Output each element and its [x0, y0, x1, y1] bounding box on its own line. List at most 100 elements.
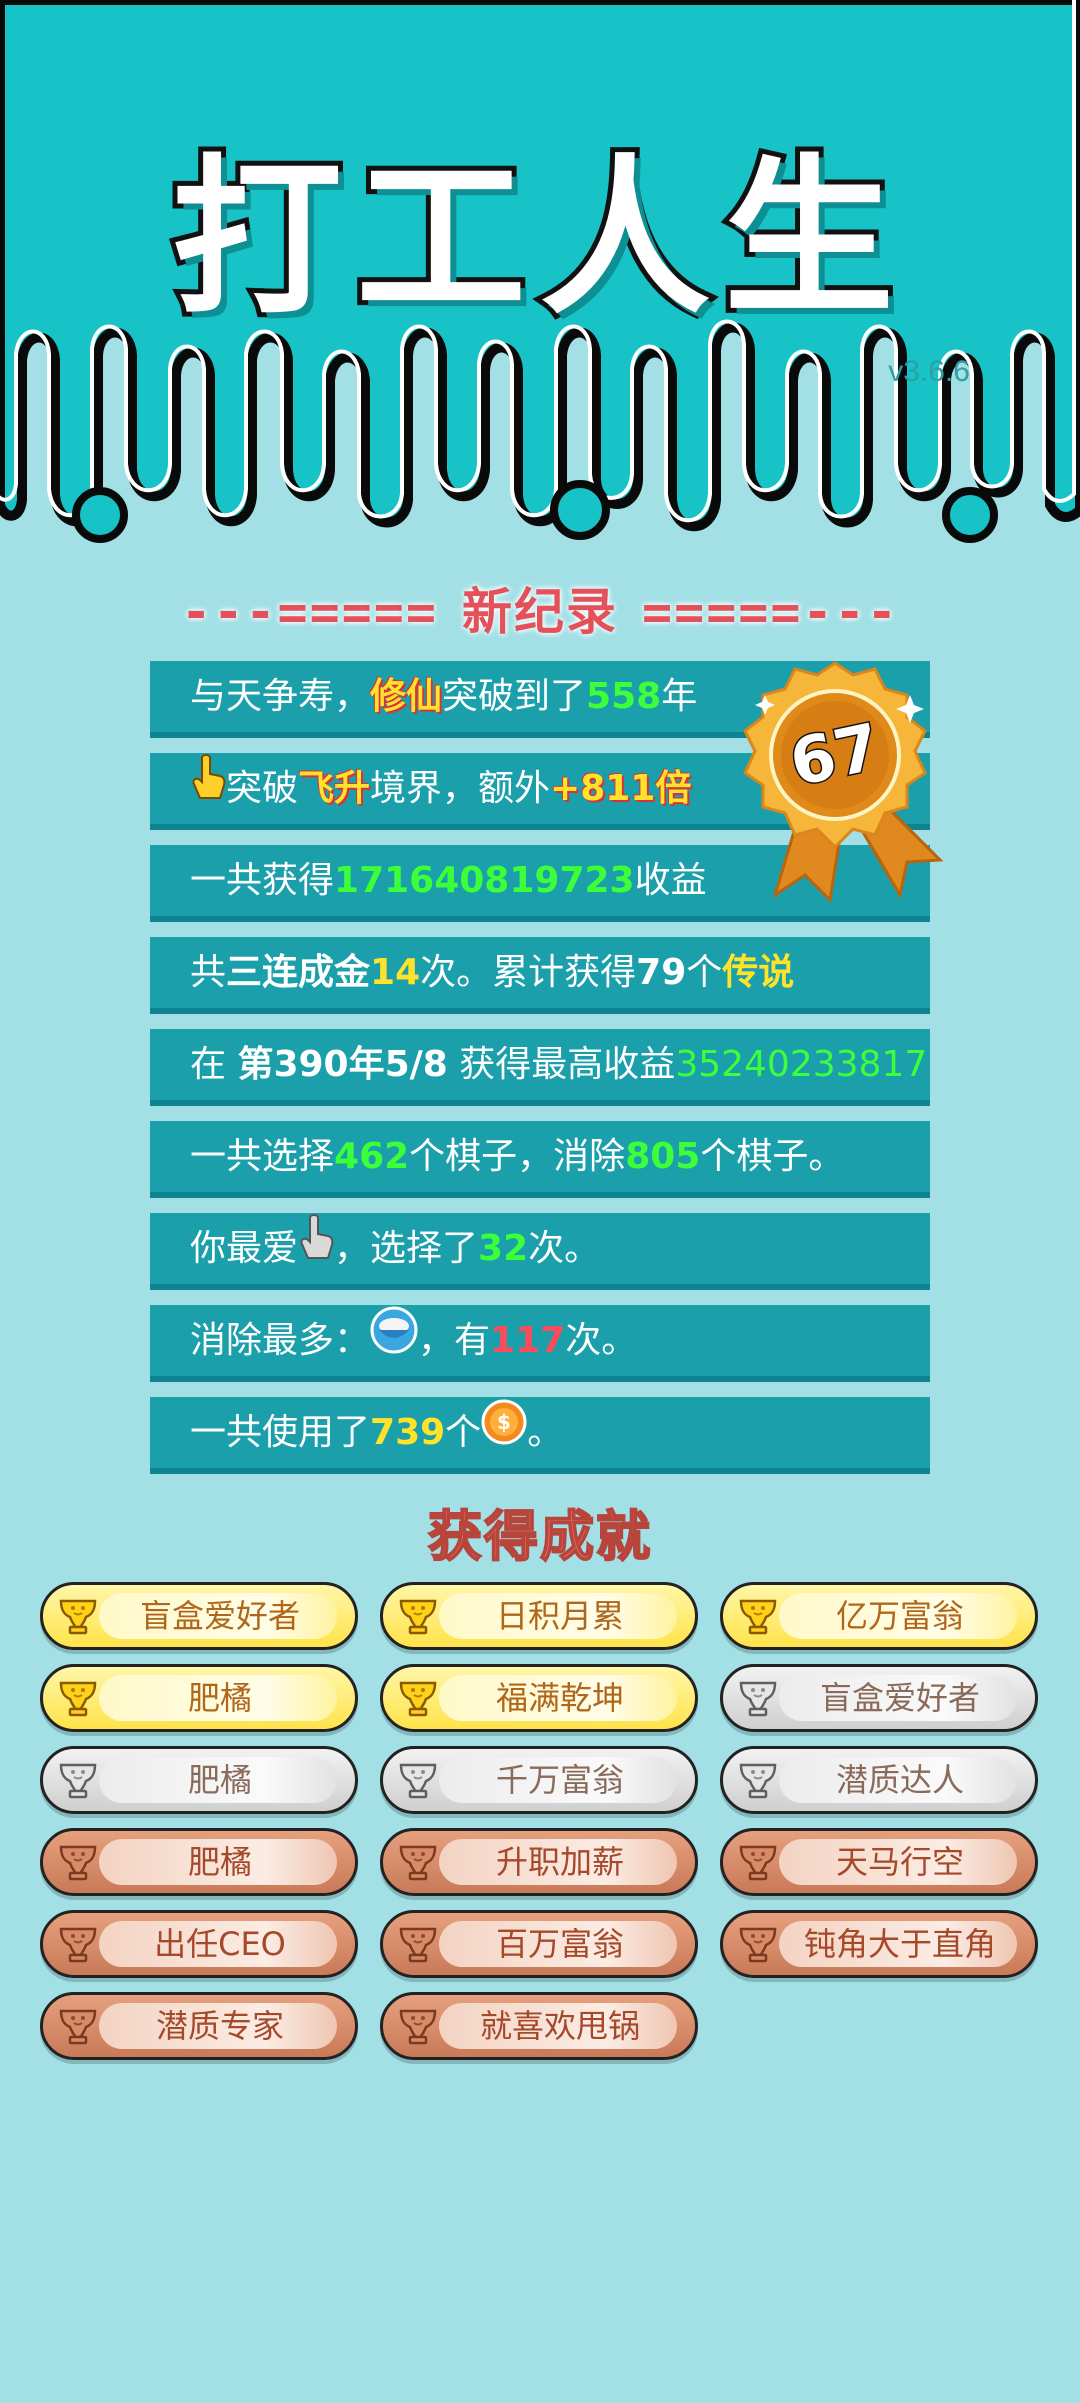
- trophy-icon: [55, 2003, 101, 2049]
- banner-label: 新纪录: [462, 583, 618, 641]
- stat-text: ，选择了: [334, 1228, 479, 1269]
- achievement-badge[interactable]: 盲盒爱好者: [40, 1582, 358, 1650]
- stat-row-most-cleared: 消除最多： ，有117次。: [150, 1305, 930, 1382]
- achievement-badge[interactable]: 日积月累: [380, 1582, 698, 1650]
- stat-text: 次。: [565, 1320, 638, 1361]
- achievement-label: 钝角大于直角: [803, 1925, 996, 1963]
- stat-highlight: 第390年5/8: [237, 1044, 448, 1085]
- stat-value: 739: [370, 1412, 446, 1453]
- stat-text: 次。累计获得: [420, 952, 637, 993]
- stat-text: 共: [190, 952, 227, 993]
- achievement-badge[interactable]: 福满乾坤: [380, 1664, 698, 1732]
- trophy-icon: [735, 1839, 781, 1885]
- achievement-label: 升职加薪: [495, 1843, 624, 1881]
- stat-value: 117: [490, 1320, 566, 1361]
- stat-row-best-income: 在 第390年5/8 获得最高收益35240233817: [150, 1029, 930, 1106]
- stat-row-triple: 共三连成金14次。累计获得79个传说: [150, 937, 930, 1014]
- stat-text: 个: [686, 952, 723, 993]
- version-label: v3.6.6: [888, 355, 970, 388]
- stat-text: 突破: [226, 768, 299, 809]
- stat-text: 。: [527, 1412, 564, 1453]
- stat-text: 消除最多：: [190, 1320, 371, 1361]
- achievement-badge[interactable]: 肥橘: [40, 1828, 358, 1896]
- achievement-label: 出任CEO: [154, 1925, 286, 1963]
- stat-row-pieces: 一共选择462个棋子，消除805个棋子。: [150, 1121, 930, 1198]
- trophy-icon: [735, 1921, 781, 1967]
- medal-badge-icon: 67: [735, 655, 965, 905]
- stat-text: 你最爱: [190, 1228, 299, 1269]
- trophy-icon: [735, 1593, 781, 1639]
- achievement-label: 千万富翁: [495, 1761, 624, 1799]
- trophy-icon: [395, 1675, 441, 1721]
- achievement-badge[interactable]: 升职加薪: [380, 1828, 698, 1896]
- achievement-label: 亿万富翁: [835, 1597, 964, 1635]
- achievement-label: 就喜欢甩锅: [479, 2007, 640, 2045]
- stat-text: ，有: [418, 1320, 491, 1361]
- trophy-icon: [55, 1757, 101, 1803]
- stat-highlight: 三连成金: [226, 952, 371, 993]
- achievement-label: 潜质专家: [155, 2007, 284, 2045]
- stat-value: 171640819723: [334, 860, 635, 901]
- achievement-badge[interactable]: 天马行空: [720, 1828, 1038, 1896]
- achievement-badge[interactable]: 潜质专家: [40, 1992, 358, 2060]
- header: 打工人生 v3.6.6: [0, 0, 1080, 560]
- achievement-label: 盲盒爱好者: [819, 1679, 980, 1717]
- stat-text: 在: [190, 1044, 238, 1085]
- stat-value: 462: [334, 1136, 410, 1177]
- stat-text: 突破到了: [442, 676, 587, 717]
- stat-highlight: 修仙: [370, 676, 443, 717]
- stat-text: 一共使用了: [190, 1412, 371, 1453]
- achievement-badge[interactable]: 钝角大于直角: [720, 1910, 1038, 1978]
- achievement-label: 日积月累: [495, 1597, 624, 1635]
- stat-value: 32: [478, 1228, 529, 1269]
- achievement-badge[interactable]: 潜质达人: [720, 1746, 1038, 1814]
- svg-text:$: $: [497, 1410, 511, 1434]
- banner-left-dashes: ---=====: [181, 583, 438, 641]
- achievement-badge[interactable]: 肥橘: [40, 1664, 358, 1732]
- achievement-badge[interactable]: 百万富翁: [380, 1910, 698, 1978]
- banner-right-dashes: =====---: [642, 583, 899, 641]
- achievement-label: 潜质达人: [835, 1761, 964, 1799]
- stat-highlight: 传说: [722, 952, 795, 993]
- trophy-icon: [55, 1675, 101, 1721]
- achievements-title: 获得成就: [427, 1504, 652, 1569]
- achievement-badge[interactable]: 盲盒爱好者: [720, 1664, 1038, 1732]
- achievement-badge[interactable]: 亿万富翁: [720, 1582, 1038, 1650]
- trophy-icon: [55, 1839, 101, 1885]
- stat-value: 805: [625, 1136, 701, 1177]
- achievement-badge[interactable]: 千万富翁: [380, 1746, 698, 1814]
- achievement-badge[interactable]: 肥橘: [40, 1746, 358, 1814]
- achievement-label: 肥橘: [187, 1761, 252, 1799]
- achievement-label: 百万富翁: [495, 1925, 624, 1963]
- rice-bowl-icon: [370, 1306, 418, 1377]
- stat-text: 一共获得: [190, 860, 335, 901]
- stat-text: 个棋子。: [700, 1136, 845, 1177]
- stat-value: 35240233817: [675, 1044, 928, 1085]
- achievement-label: 福满乾坤: [495, 1679, 624, 1717]
- achievement-label: 肥橘: [187, 1843, 252, 1881]
- trophy-icon: [395, 1839, 441, 1885]
- achievement-badge[interactable]: 出任CEO: [40, 1910, 358, 1978]
- trophy-icon: [55, 1921, 101, 1967]
- achievement-label: 盲盒爱好者: [139, 1597, 300, 1635]
- achievement-badge[interactable]: 就喜欢甩锅: [380, 1992, 698, 2060]
- stat-text: 次。: [528, 1228, 601, 1269]
- game-title: 打工人生: [167, 135, 908, 343]
- stat-value: 79: [636, 952, 687, 993]
- trophy-icon: [395, 1757, 441, 1803]
- coin-icon: $: [481, 1398, 527, 1468]
- stat-text: 一共选择: [190, 1136, 335, 1177]
- new-record-banner: ---===== 新纪录 =====---: [0, 572, 1080, 644]
- trophy-icon: [395, 1921, 441, 1967]
- stat-text: 与天争寿，: [190, 676, 371, 717]
- trophy-icon: [395, 1593, 441, 1639]
- stat-row-coins: 一共使用了739个 $ 。: [150, 1397, 930, 1474]
- pointing-hand-icon: [298, 1213, 334, 1285]
- stat-text: 年: [661, 676, 698, 717]
- pointing-hand-icon: [190, 753, 226, 825]
- stat-value: 14: [370, 952, 421, 993]
- stat-highlight: 飞升: [298, 768, 371, 809]
- stat-value: +811倍: [550, 768, 692, 809]
- trophy-icon: [735, 1675, 781, 1721]
- achievement-label: 天马行空: [835, 1843, 964, 1881]
